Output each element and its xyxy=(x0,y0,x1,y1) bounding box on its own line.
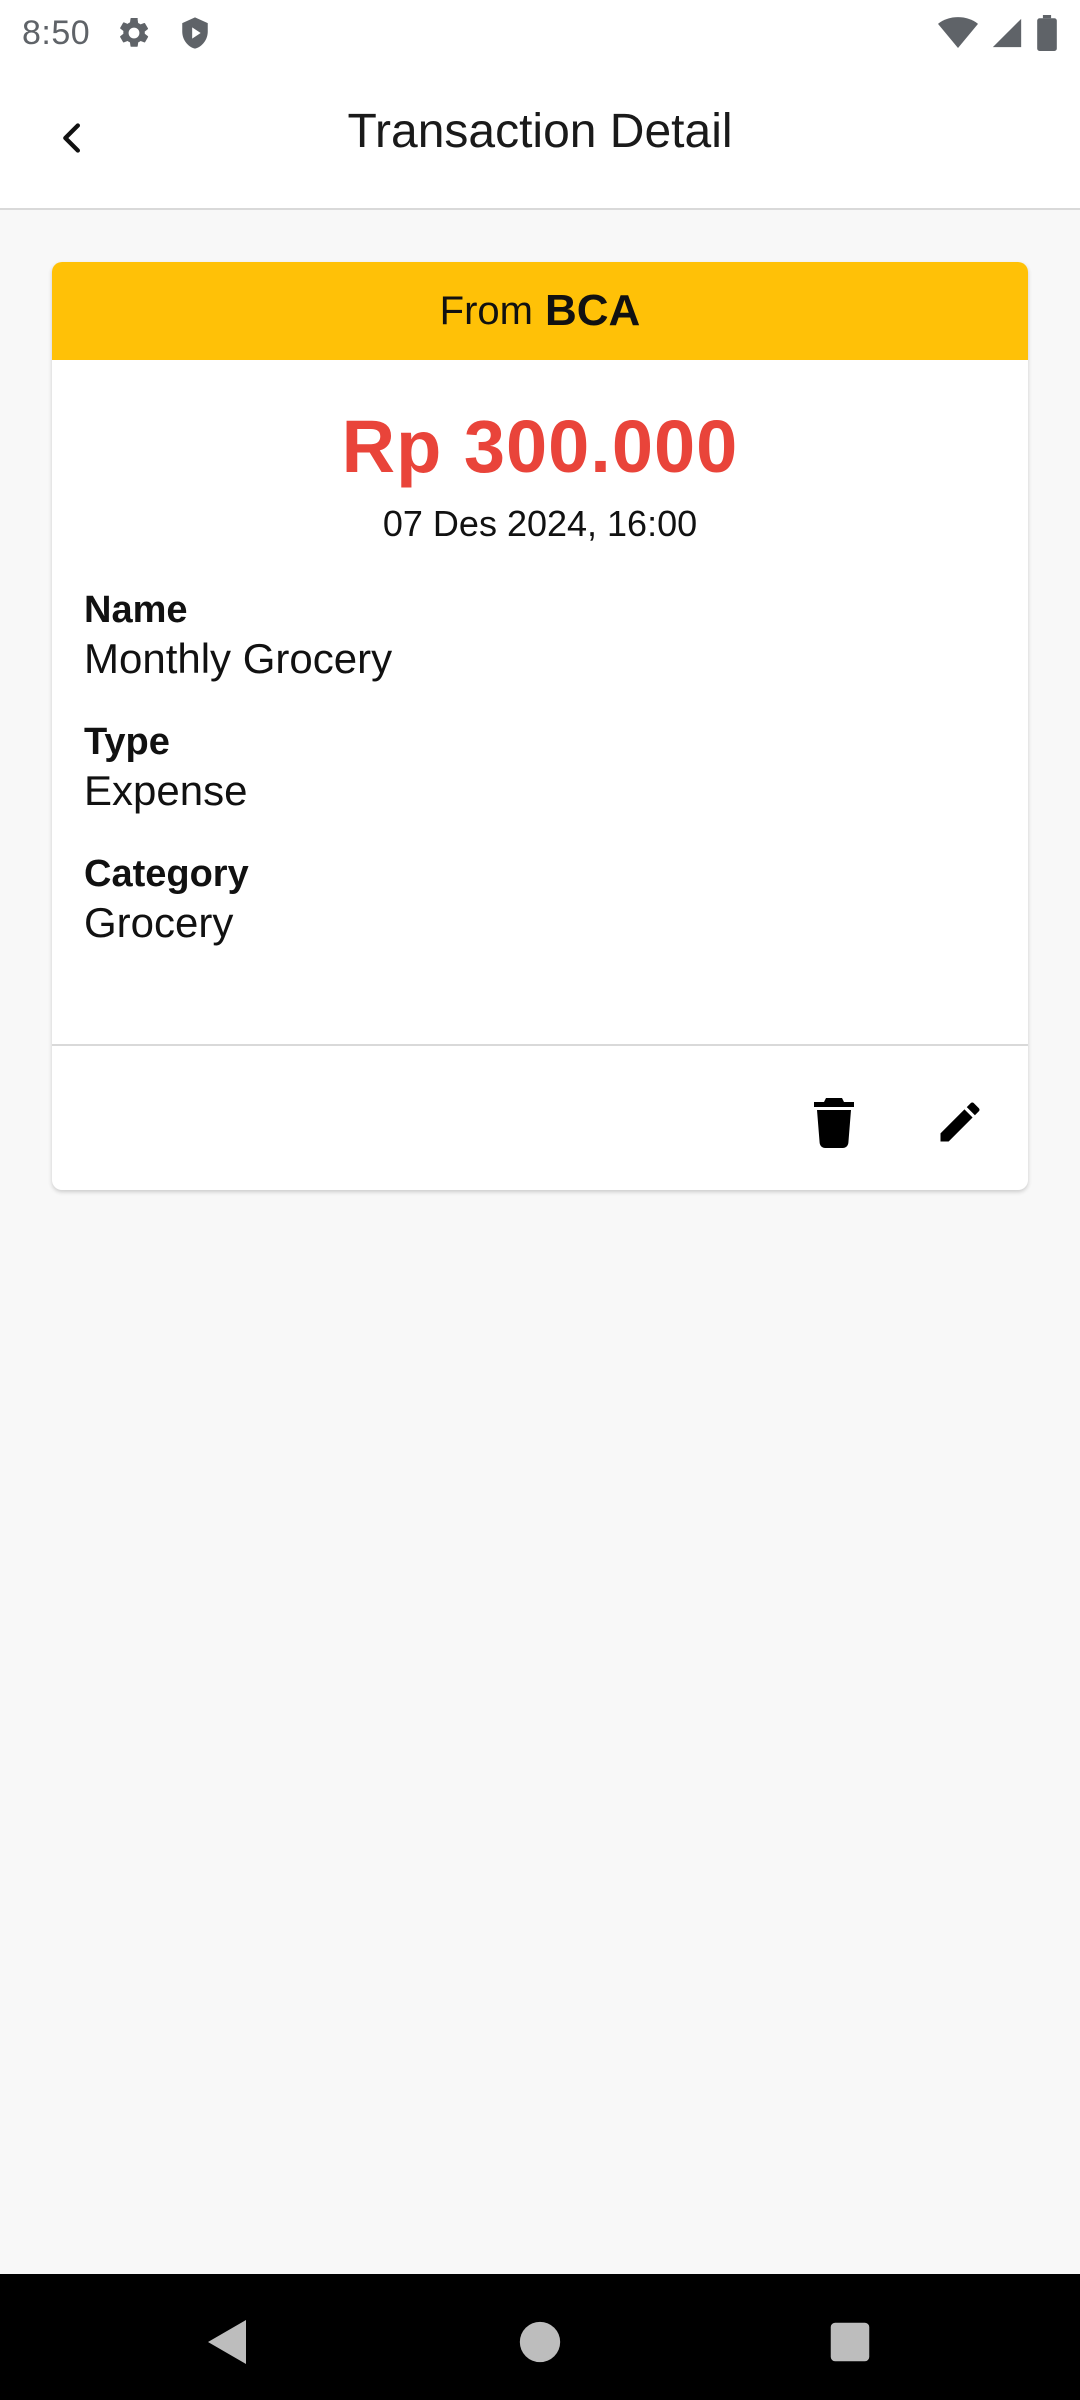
detail-row-category: Category Grocery xyxy=(84,851,996,949)
detail-value: Monthly Grocery xyxy=(84,635,393,682)
card-actions xyxy=(52,1044,1028,1190)
nav-back-button[interactable] xyxy=(196,2312,256,2372)
transaction-details: Name Monthly Grocery Type Expense Catego… xyxy=(52,587,1028,949)
signal-icon xyxy=(990,16,1024,50)
status-bar: 8:50 xyxy=(0,0,1080,66)
account-name: BCA xyxy=(545,286,641,335)
app-bar: Transaction Detail xyxy=(0,66,1080,210)
settings-gear-icon xyxy=(116,15,152,51)
account-header: From BCA xyxy=(52,262,1028,360)
transaction-detail-screen: 8:50 Transaction Detail From BCA Rp 300.… xyxy=(0,0,1080,2400)
edit-pencil-icon xyxy=(940,1102,980,1142)
transaction-datetime: 07 Des 2024, 16:00 xyxy=(382,503,698,544)
transaction-card: From BCA Rp 300.000 07 Des 2024, 16:00 N… xyxy=(52,262,1028,1190)
detail-row-type: Type Expense xyxy=(84,719,996,817)
detail-value: Expense xyxy=(84,767,248,814)
recents-square-icon xyxy=(830,2322,870,2362)
system-navigation-bar xyxy=(0,2274,1080,2400)
nav-recents-button[interactable] xyxy=(820,2312,880,2372)
nav-home-button[interactable] xyxy=(510,2312,570,2372)
detail-label: Name xyxy=(84,589,188,631)
status-time: 8:50 xyxy=(22,13,91,52)
back-triangle-icon xyxy=(208,2320,246,2364)
detail-label: Type xyxy=(84,721,170,763)
transaction-amount: Rp 300.000 xyxy=(341,405,739,488)
detail-label: Category xyxy=(84,853,249,895)
home-circle-icon xyxy=(519,2321,561,2363)
detail-value: Grocery xyxy=(84,899,234,946)
shield-icon xyxy=(178,15,212,51)
delete-icon xyxy=(814,1098,854,1148)
wifi-icon xyxy=(938,16,978,50)
page-title: Transaction Detail xyxy=(347,105,733,158)
battery-icon xyxy=(1036,15,1058,51)
delete-button[interactable] xyxy=(804,1092,864,1152)
edit-button[interactable] xyxy=(930,1092,990,1152)
detail-row-name: Name Monthly Grocery xyxy=(84,587,996,685)
from-label: From xyxy=(439,288,533,333)
